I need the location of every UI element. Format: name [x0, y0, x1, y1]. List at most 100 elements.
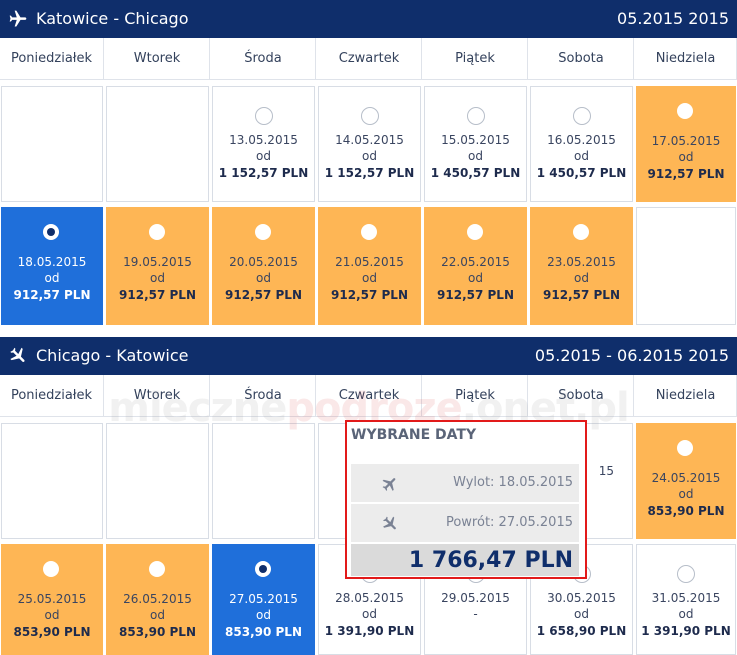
- inbound-period: 05.2015 - 06.2015 2015: [534, 346, 729, 365]
- dayname-2: Środa: [211, 375, 316, 417]
- dayname-4: Piątek: [423, 38, 528, 80]
- cell-date: 27.05.2015: [229, 592, 298, 606]
- cell-date: 16.05.2015: [547, 133, 616, 147]
- radio-button[interactable]: [677, 103, 693, 119]
- dayname-2: Środa: [211, 38, 316, 80]
- cell-price: 912,57 PLN: [119, 288, 196, 302]
- cell-date: 30.05.2015: [547, 591, 616, 605]
- cell-date: 17.05.2015: [651, 134, 721, 148]
- cell-date: 28.05.2015: [335, 591, 404, 605]
- cell-date: 26.05.2015: [123, 592, 192, 606]
- cell-price: 1 658,90 PLN: [536, 624, 627, 638]
- total-price: 1 766,47 PLN: [408, 548, 573, 573]
- cell-price: 912,57 PLN: [331, 288, 408, 302]
- cell-price: 912,57 PLN: [225, 288, 302, 302]
- calendar-day-cell[interactable]: 19.05.2015 od 912,57 PLN: [106, 207, 209, 325]
- radio-button[interactable]: [148, 224, 165, 240]
- inbound-daynames: Poniedziałek Wtorek Środa Czwartek Piątek Sob…: [0, 375, 737, 417]
- cell-price: 912,57 PLN: [647, 167, 725, 181]
- inbound-header: Chicago - Katowice 05.2015 - 06.2015 201…: [0, 337, 737, 375]
- calendar-day-cell[interactable]: 22.05.2015 od 912,57 PLN: [424, 207, 527, 325]
- cell-date: 19.05.2015: [123, 255, 192, 269]
- departure-date: Wylot: 18.05.2015: [453, 475, 573, 490]
- plane-departure-icon: [9, 10, 27, 27]
- cell-od: od: [256, 271, 271, 285]
- radio-button[interactable]: [254, 224, 271, 240]
- cell-price: 912,57 PLN: [13, 288, 91, 302]
- calendar-day-cell[interactable]: 31.05.2015 od 1 391,90 PLN: [636, 544, 736, 655]
- radio-button[interactable]: [572, 224, 589, 240]
- cell-od: od: [44, 608, 60, 622]
- calendar-cell-empty: [1, 86, 103, 202]
- calendar-day-cell[interactable]: 21.05.2015 od 912,57 PLN: [318, 207, 421, 325]
- plane-arrival-icon: [383, 516, 396, 530]
- departure-row: Wylot: 18.05.2015: [351, 464, 579, 502]
- calendar-day-cell[interactable]: 24.05.2015 od 853,90 PLN: [636, 423, 736, 539]
- cell-od: od: [678, 487, 694, 501]
- radio-button[interactable]: [360, 107, 379, 125]
- radio-button[interactable]: [466, 107, 485, 125]
- cell-date: 24.05.2015: [651, 471, 721, 485]
- cell-od: od: [150, 608, 165, 622]
- outbound-period: 05.2015 2015: [617, 9, 729, 28]
- cell-date: 15.05.2015: [441, 133, 510, 147]
- cell-od: od: [150, 271, 165, 285]
- cell-od: od: [256, 608, 271, 622]
- dayname-0: Poniedziałek: [0, 375, 104, 417]
- cell-date: 23.05.2015: [547, 255, 616, 269]
- cell-date: 14.05.2015: [335, 133, 404, 147]
- calendar-day-cell[interactable]: 27.05.2015 od 853,90 PLN: [212, 544, 315, 655]
- radio-button[interactable]: [254, 561, 271, 577]
- plane-departure-icon: [382, 478, 396, 491]
- cell-date: 20.05.2015: [229, 255, 298, 269]
- radio-button[interactable]: [360, 224, 377, 240]
- total-price-row: 1 766,47 PLN: [351, 544, 579, 576]
- cell-price: 853,90 PLN: [119, 625, 196, 639]
- cell-od: od: [362, 607, 377, 621]
- calendar-cell-empty: [212, 423, 315, 539]
- calendar-day-cell[interactable]: 17.05.2015 od 912,57 PLN: [636, 86, 736, 202]
- calendar-day-cell[interactable]: 13.05.2015 od 1 152,57 PLN: [212, 86, 315, 202]
- cell-od: od: [468, 271, 483, 285]
- calendar-day-cell[interactable]: 18.05.2015 od 912,57 PLN: [1, 207, 103, 325]
- cell-price: 853,90 PLN: [647, 504, 725, 518]
- radio-button[interactable]: [466, 224, 483, 240]
- dayname-3: Czwartek: [317, 38, 422, 80]
- calendar-day-cell[interactable]: 23.05.2015 od 912,57 PLN: [530, 207, 633, 325]
- cell-price: 1 391,90 PLN: [324, 624, 415, 638]
- cell-date: 29.05.2015: [441, 591, 510, 605]
- cell-od: od: [678, 150, 694, 164]
- return-row: Powrót: 27.05.2015: [351, 504, 579, 542]
- cell-date: 13.05.2015: [229, 133, 298, 147]
- calendar-cell-empty: [106, 86, 209, 202]
- cell-price: 912,57 PLN: [543, 288, 620, 302]
- radio-button[interactable]: [254, 107, 273, 125]
- calendar-day-cell[interactable]: 14.05.2015 od 1 152,57 PLN: [318, 86, 421, 202]
- selected-dates-title: WYBRANE DATY: [351, 427, 477, 443]
- cell-od: od: [574, 149, 589, 163]
- cell-price: 1 450,57 PLN: [430, 166, 521, 180]
- radio-button[interactable]: [43, 561, 59, 577]
- return-date: Powrót: 27.05.2015: [445, 515, 573, 530]
- calendar-day-cell[interactable]: 15.05.2015 od 1 450,57 PLN: [424, 86, 527, 202]
- cell-price: 1 152,57 PLN: [218, 166, 309, 180]
- calendar-day-cell[interactable]: 16.05.2015 od 1 450,57 PLN: [530, 86, 633, 202]
- calendar-day-cell[interactable]: 26.05.2015 od 853,90 PLN: [106, 544, 209, 655]
- radio-button[interactable]: [572, 107, 591, 125]
- radio-button[interactable]: [43, 224, 59, 240]
- radio-button[interactable]: [148, 561, 165, 577]
- cell-price: 1 152,57 PLN: [324, 166, 415, 180]
- outbound-header: Katowice - Chicago 05.2015 2015: [0, 0, 737, 38]
- cell-price: 853,90 PLN: [13, 625, 91, 639]
- dayname-5: Sobota: [529, 375, 634, 417]
- cell-price: 853,90 PLN: [225, 625, 302, 639]
- cell-od: od: [678, 607, 694, 621]
- calendar-day-cell[interactable]: 20.05.2015 od 912,57 PLN: [212, 207, 315, 325]
- dayname-4: Piątek: [423, 375, 528, 417]
- radio-button[interactable]: [677, 440, 693, 456]
- cell-price: 1 450,57 PLN: [536, 166, 627, 180]
- cell-price: 912,57 PLN: [437, 288, 514, 302]
- cell-od: od: [574, 607, 589, 621]
- calendar-day-cell[interactable]: 25.05.2015 od 853,90 PLN: [1, 544, 103, 655]
- radio-button[interactable]: [677, 565, 695, 583]
